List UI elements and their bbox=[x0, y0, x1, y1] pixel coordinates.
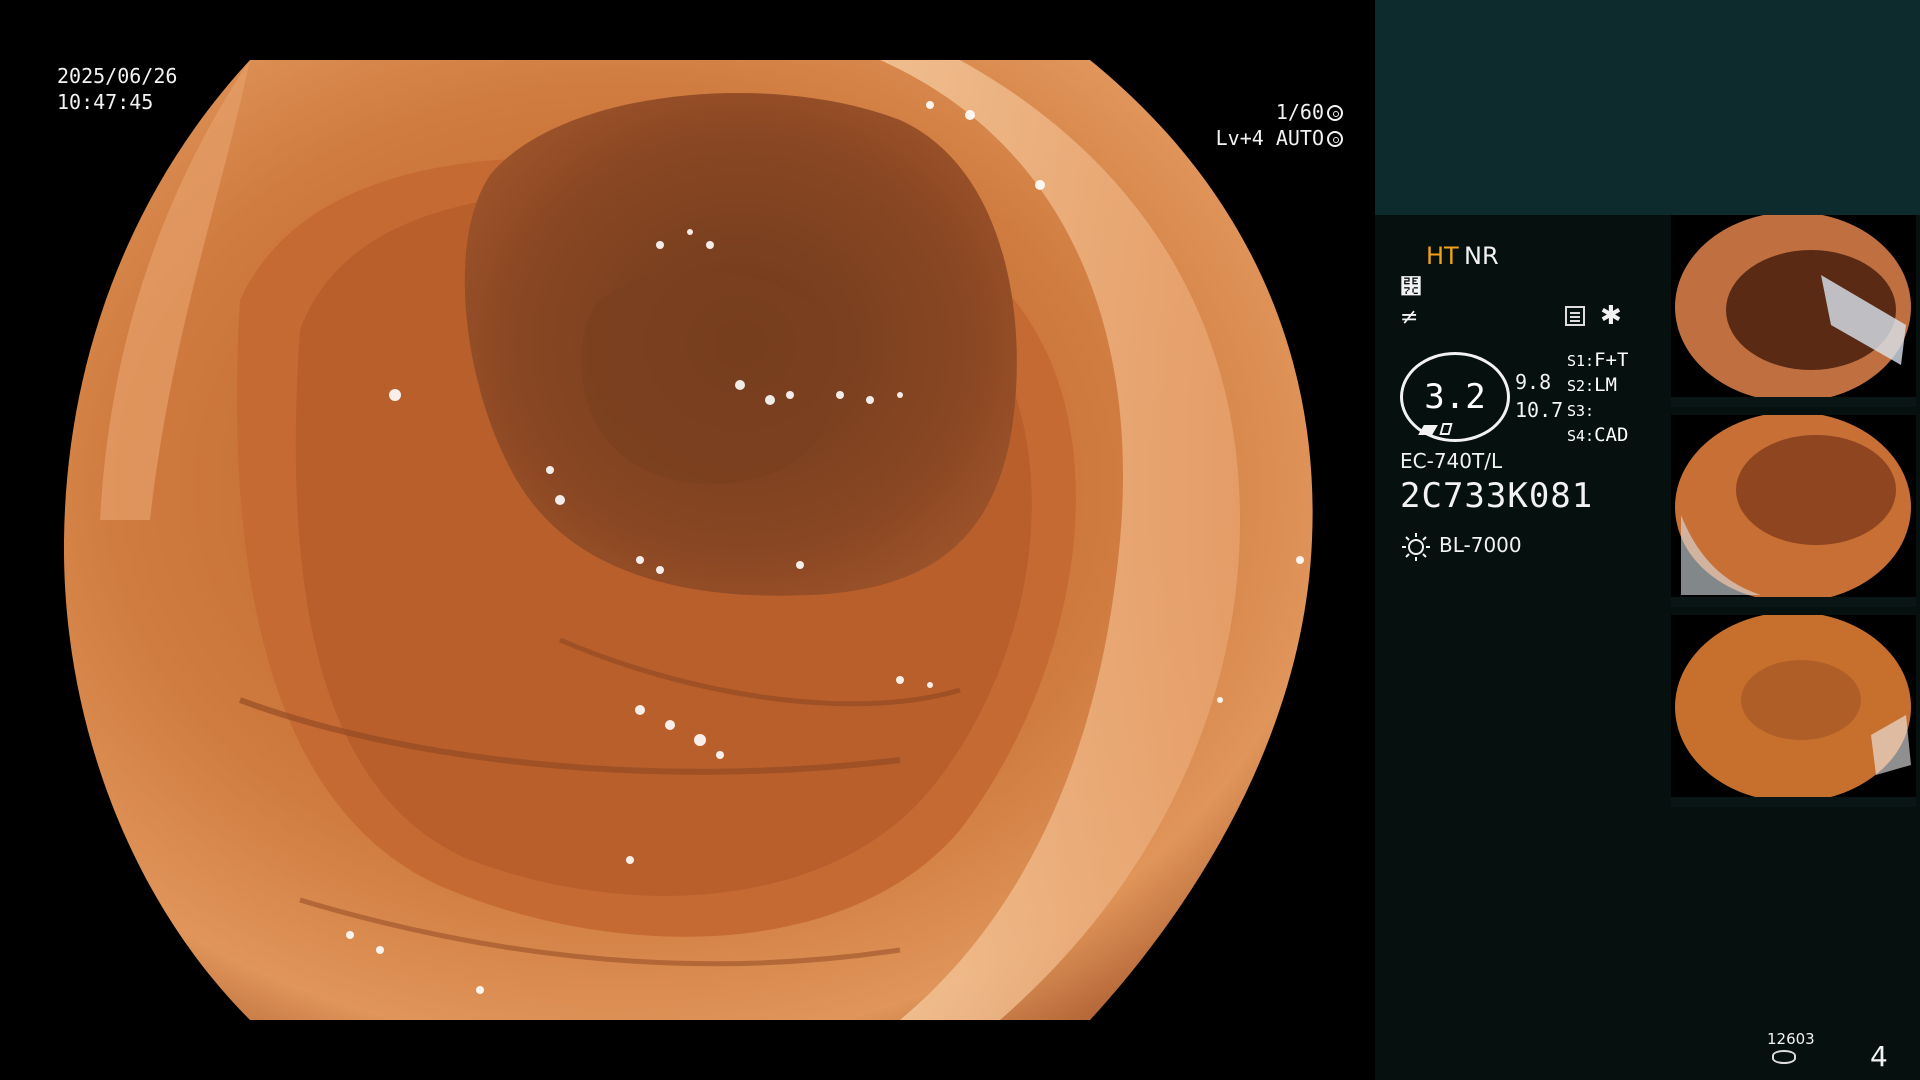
setting-key: S2: bbox=[1567, 377, 1595, 395]
zoom-marker-outline-icon bbox=[1439, 423, 1453, 435]
thumbnail-image bbox=[1671, 215, 1916, 407]
shutter-icon bbox=[1327, 105, 1343, 121]
setting-value: CAD bbox=[1594, 424, 1629, 446]
scope-serial: 2C733K081 bbox=[1400, 476, 1594, 516]
zoom-marker-icon bbox=[1418, 425, 1438, 435]
filter-icon: ≠ bbox=[1400, 305, 1419, 330]
setting-s2: S2:LM bbox=[1567, 374, 1617, 396]
zoom-value: 3.2 bbox=[1424, 377, 1486, 417]
nr-indicator: NR bbox=[1464, 242, 1499, 270]
info-side-panel: HT NR ⹼ ≠ ✱ 3.2 9.8 10.7 S1:F+T S2:LM S3… bbox=[1375, 0, 1920, 1080]
setting-s3: S3: bbox=[1567, 399, 1594, 421]
record-icon bbox=[1565, 306, 1585, 326]
asterisk-icon: ✱ bbox=[1600, 301, 1622, 331]
panel-header-area bbox=[1375, 0, 1920, 215]
date-text: 2025/06/26 bbox=[57, 64, 178, 88]
setting-value: F+T bbox=[1594, 349, 1629, 371]
record-counter: 12603 bbox=[1767, 1030, 1815, 1048]
setting-value: LM bbox=[1594, 374, 1617, 396]
exposure-overlay: 1/60 Lv+4 AUTO bbox=[1216, 99, 1343, 151]
scope-model: EC-740T/L bbox=[1400, 449, 1503, 473]
value-a: 9.8 bbox=[1515, 370, 1552, 394]
auto-iris-icon bbox=[1327, 131, 1343, 147]
disk-icon bbox=[1772, 1050, 1796, 1064]
enhance-icon: ⹼ bbox=[1400, 275, 1422, 300]
setting-s4: S4:CAD bbox=[1567, 424, 1628, 446]
light-source-name: BL-7000 bbox=[1439, 533, 1522, 557]
ht-indicator: HT bbox=[1426, 242, 1459, 270]
light-source-icon bbox=[1402, 533, 1430, 561]
level-text: Lv+4 AUTO bbox=[1215, 126, 1324, 150]
shutter-text: 1/60 bbox=[1275, 100, 1324, 124]
endoscope-main-view: 2025/06/26 10:47:45 1/60 Lv+4 AUTO bbox=[0, 0, 1375, 1080]
date-time-overlay: 2025/06/26 10:47:45 bbox=[57, 63, 177, 115]
value-b: 10.7 bbox=[1515, 398, 1564, 422]
setting-key: S4: bbox=[1567, 427, 1595, 445]
captured-thumbnail-2[interactable] bbox=[1671, 415, 1916, 607]
captured-thumbnail-1[interactable] bbox=[1671, 215, 1916, 407]
setting-key: S3: bbox=[1567, 402, 1595, 420]
zoom-indicator: 3.2 bbox=[1400, 352, 1510, 442]
captured-thumbnail-3[interactable] bbox=[1671, 615, 1916, 807]
setting-key: S1: bbox=[1567, 352, 1595, 370]
thumbnail-image bbox=[1671, 415, 1916, 607]
endoscopic-image bbox=[63, 60, 1313, 1020]
time-text: 10:47:45 bbox=[57, 90, 154, 114]
setting-s1: S1:F+T bbox=[1567, 349, 1628, 371]
page-number: 4 bbox=[1870, 1040, 1888, 1073]
thumbnail-image bbox=[1671, 615, 1916, 807]
